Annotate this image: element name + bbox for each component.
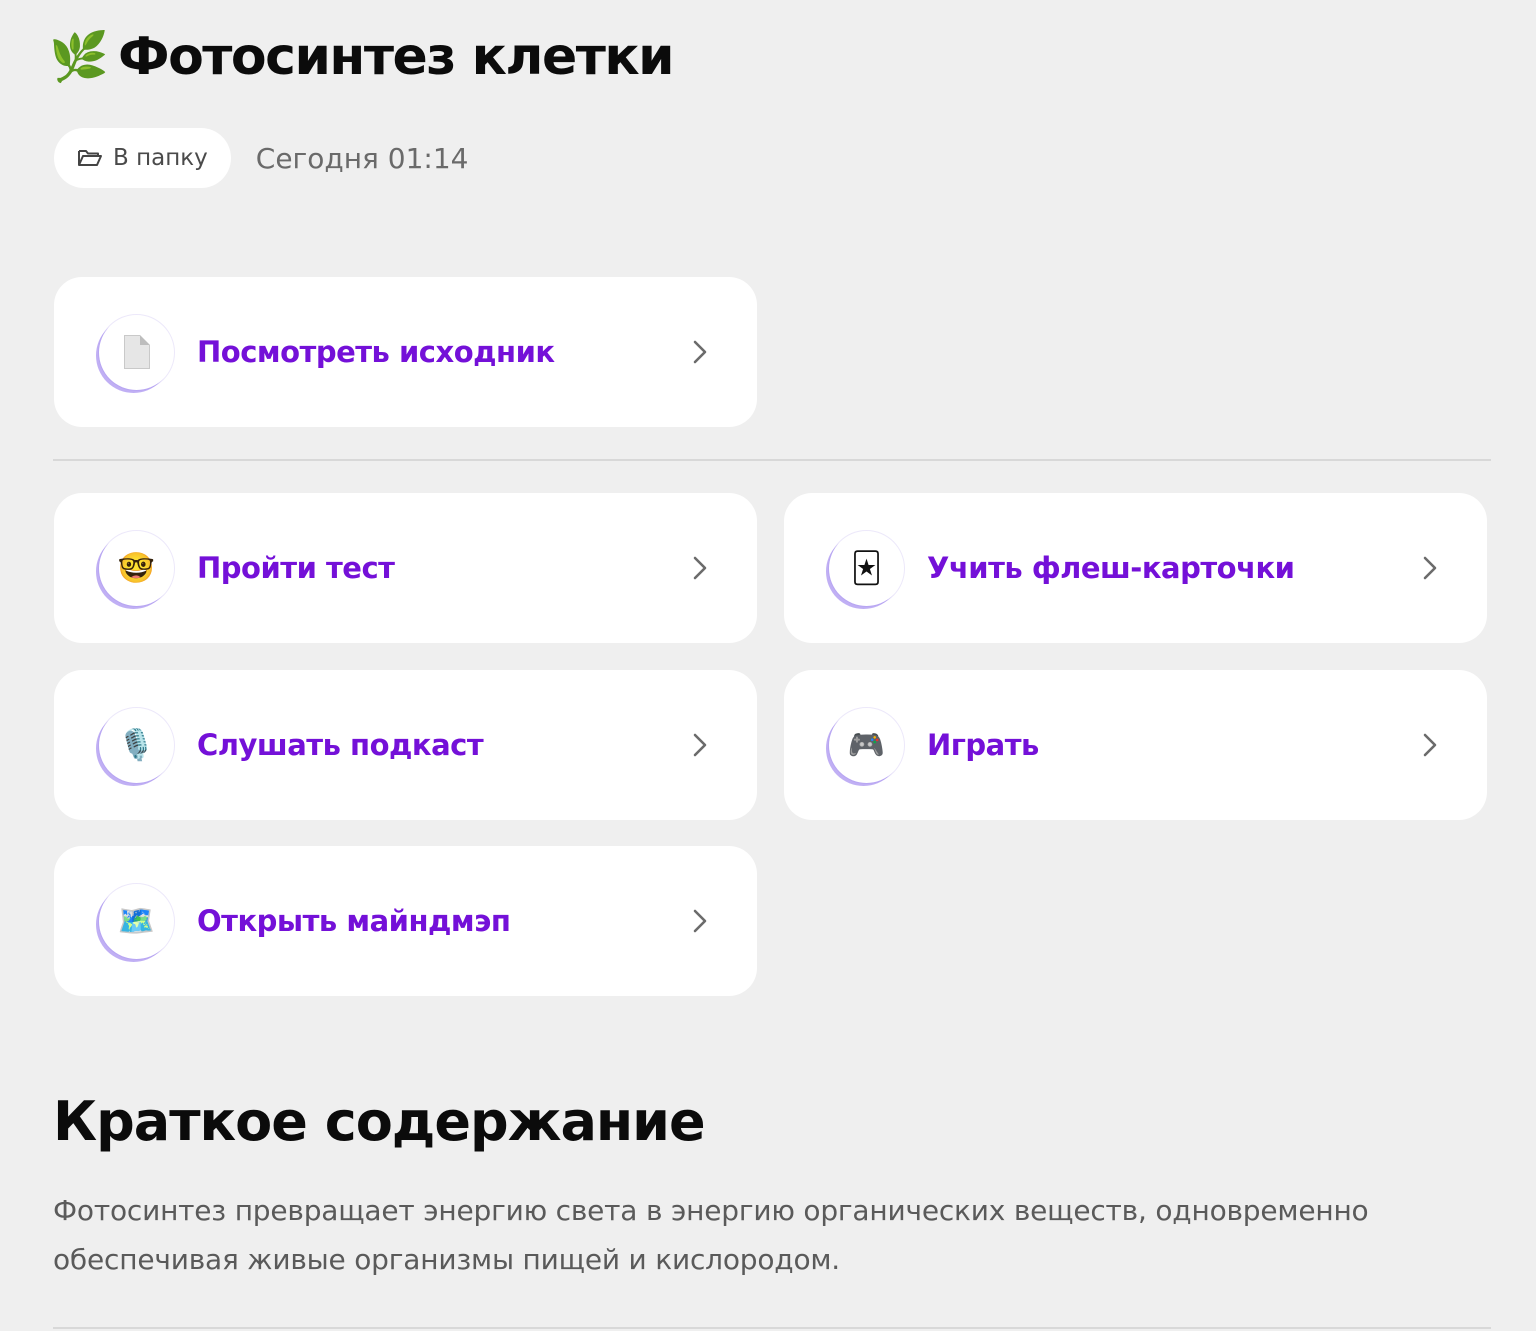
page-title: Фотосинтез клетки: [118, 27, 675, 87]
microphone-icon: 🎙️: [99, 708, 174, 783]
summary-text: Фотосинтез превращает энергию света в эн…: [53, 1194, 1369, 1276]
divider: [53, 1327, 1491, 1329]
herb-icon: 🌿: [49, 29, 109, 85]
page: 🌿 Фотосинтез клетки В папку Сегодня 01:1…: [0, 0, 1536, 1331]
page-title-row: 🌿 Фотосинтез клетки: [49, 22, 675, 92]
flashcards-card[interactable]: 🃏 Учить флеш-карточки: [784, 493, 1487, 643]
take-test-label: Пройти тест: [197, 551, 395, 585]
chevron-right-icon: [691, 731, 709, 759]
chevron-right-icon: [1421, 731, 1439, 759]
folder-icon: [77, 148, 103, 168]
move-to-folder-button[interactable]: В папку: [54, 128, 231, 188]
divider: [53, 459, 1491, 461]
play-game-label: Играть: [927, 728, 1039, 762]
chevron-right-icon: [1421, 554, 1439, 582]
flashcards-label: Учить флеш-карточки: [927, 551, 1295, 585]
mindmap-label: Открыть майндмэп: [197, 904, 511, 938]
gamepad-icon: 🎮: [829, 708, 904, 783]
nerd-face-icon: 🤓: [99, 531, 174, 606]
move-to-folder-label: В папку: [113, 145, 208, 171]
podcast-label: Слушать подкаст: [197, 728, 484, 762]
podcast-card[interactable]: 🎙️ Слушать подкаст: [54, 670, 757, 820]
chevron-right-icon: [691, 907, 709, 935]
meta-row: В папку Сегодня 01:14: [54, 128, 469, 188]
view-source-card[interactable]: Посмотреть исходник: [54, 277, 757, 427]
summary-title: Краткое содержание: [53, 1090, 706, 1153]
joker-card-icon: 🃏: [829, 531, 904, 606]
mindmap-card[interactable]: 🗺️ Открыть майндмэп: [54, 846, 757, 996]
document-icon: [99, 315, 174, 390]
last-modified-date: Сегодня 01:14: [255, 141, 469, 175]
chevron-right-icon: [691, 554, 709, 582]
view-source-label: Посмотреть исходник: [197, 335, 555, 369]
take-test-card[interactable]: 🤓 Пройти тест: [54, 493, 757, 643]
chevron-right-icon: [691, 338, 709, 366]
map-icon: 🗺️: [99, 884, 174, 959]
play-game-card[interactable]: 🎮 Играть: [784, 670, 1487, 820]
